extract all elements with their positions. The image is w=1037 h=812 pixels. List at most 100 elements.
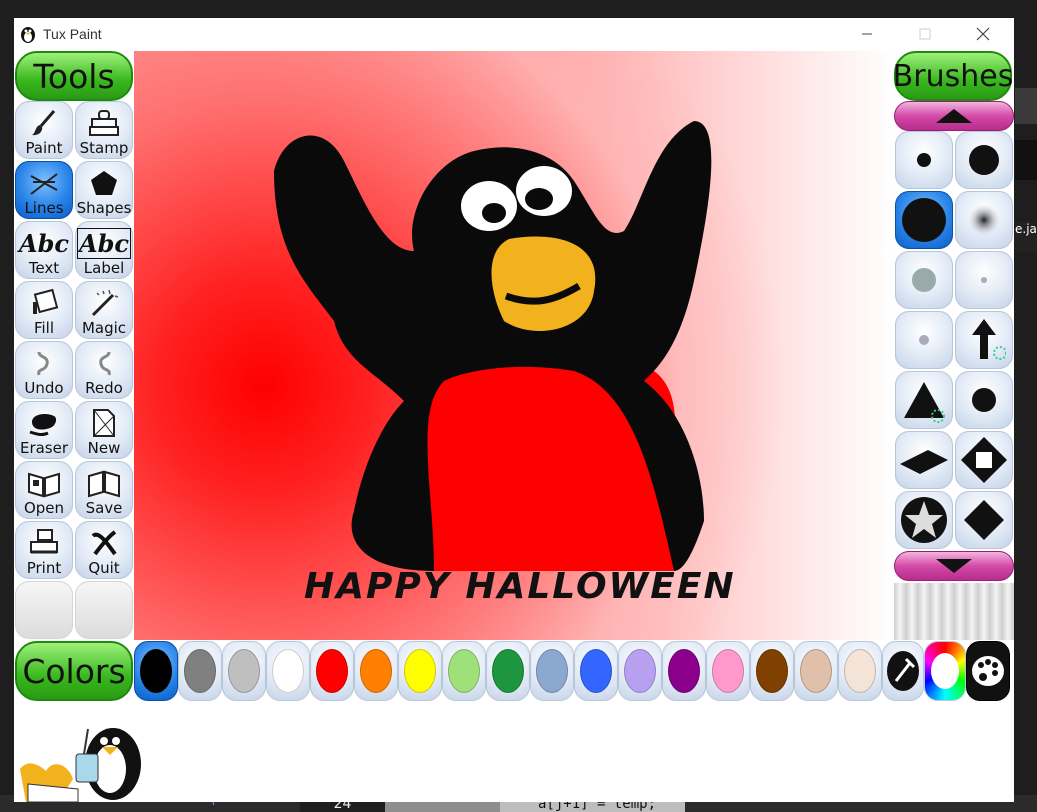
color-blue-button[interactable] bbox=[574, 641, 618, 701]
tool-open[interactable]: Open bbox=[15, 461, 73, 519]
minimize-button[interactable] bbox=[844, 18, 890, 50]
tool-label: Stamp bbox=[79, 139, 129, 157]
tool-label: Eraser bbox=[19, 439, 69, 457]
tool-label: Lines bbox=[24, 199, 64, 217]
diamond-flat-brush-icon bbox=[900, 450, 948, 474]
maximize-button[interactable] bbox=[902, 18, 948, 50]
small-dot-brush-icon bbox=[917, 153, 931, 167]
color-dark-gray-button[interactable] bbox=[178, 641, 222, 701]
stamp-icon bbox=[87, 107, 121, 139]
tool-fill[interactable]: Fill bbox=[15, 281, 73, 339]
brush-button[interactable] bbox=[955, 371, 1013, 429]
color-swatch bbox=[492, 649, 524, 693]
color-white-button[interactable] bbox=[266, 641, 310, 701]
color-swatch bbox=[184, 649, 216, 693]
color-swatch bbox=[844, 649, 876, 693]
color-lavender-button[interactable] bbox=[618, 641, 662, 701]
print-icon bbox=[27, 527, 61, 559]
tool-paint[interactable]: Paint bbox=[15, 101, 73, 159]
open-icon bbox=[27, 467, 61, 499]
color-pink-button[interactable] bbox=[706, 641, 750, 701]
brush-button[interactable] bbox=[955, 251, 1013, 309]
tool-new[interactable]: New bbox=[75, 401, 133, 459]
diamond-brush-icon bbox=[964, 500, 1004, 540]
tool-magic[interactable]: Magic bbox=[75, 281, 133, 339]
new-icon bbox=[87, 407, 121, 439]
tool-label: Undo bbox=[24, 379, 64, 397]
color-swatch bbox=[756, 649, 788, 693]
background-editor-tab: e.jav bbox=[1015, 222, 1037, 252]
color-black-button[interactable] bbox=[134, 641, 178, 701]
color-tan-button[interactable] bbox=[794, 641, 838, 701]
tool-label: Text bbox=[28, 259, 60, 277]
color-red-button[interactable] bbox=[310, 641, 354, 701]
brush-button[interactable] bbox=[955, 311, 1013, 369]
color-picker-eyedropper-button[interactable] bbox=[882, 641, 924, 701]
color-light-gray-button[interactable] bbox=[222, 641, 266, 701]
color-cream-button[interactable] bbox=[838, 641, 882, 701]
mixer-color-button[interactable] bbox=[966, 641, 1010, 701]
brush-button[interactable] bbox=[895, 431, 953, 489]
tool-quit[interactable]: Quit bbox=[75, 521, 133, 579]
brush-button[interactable] bbox=[955, 431, 1013, 489]
redo-icon bbox=[87, 347, 121, 379]
brush-button[interactable] bbox=[955, 491, 1013, 549]
tool-empty-slot bbox=[75, 581, 133, 639]
tool-shapes[interactable]: Shapes bbox=[75, 161, 133, 219]
tool-label-tool[interactable]: Abc Label bbox=[75, 221, 133, 279]
tool-save[interactable]: Save bbox=[75, 461, 133, 519]
brush-button[interactable] bbox=[895, 311, 953, 369]
brush-size-slider[interactable] bbox=[894, 583, 1014, 640]
brush-button[interactable] bbox=[895, 491, 953, 549]
tool-label: Open bbox=[23, 499, 65, 517]
tool-stamp[interactable]: Stamp bbox=[75, 101, 133, 159]
rainbow-palette-icon bbox=[931, 653, 959, 689]
rainbow-color-picker-button[interactable] bbox=[924, 641, 966, 701]
penguin-drawing bbox=[274, 121, 712, 571]
drawing-canvas[interactable]: HAPPY HALLOWEEN bbox=[134, 51, 894, 640]
tools-header: Tools bbox=[15, 51, 133, 101]
brush-button[interactable] bbox=[955, 131, 1013, 189]
color-swatch bbox=[404, 649, 436, 693]
color-orange-button[interactable] bbox=[354, 641, 398, 701]
brush-button[interactable] bbox=[895, 251, 953, 309]
background-tab-text: e.jav bbox=[1015, 222, 1037, 236]
tool-text[interactable]: Abc Text bbox=[15, 221, 73, 279]
brush-button[interactable] bbox=[955, 191, 1013, 249]
brush-button[interactable] bbox=[895, 371, 953, 429]
tool-lines[interactable]: Lines bbox=[15, 161, 73, 219]
diamond-outline-brush-icon bbox=[961, 437, 1007, 483]
title-bar: Tux Paint bbox=[14, 18, 1014, 50]
brush-button[interactable] bbox=[895, 191, 953, 249]
brush-button[interactable] bbox=[895, 131, 953, 189]
color-swatch bbox=[624, 649, 656, 693]
tool-label: Print bbox=[26, 559, 62, 577]
label-glyph: Abc bbox=[77, 227, 132, 259]
color-purple-button[interactable] bbox=[662, 641, 706, 701]
lines-icon bbox=[27, 167, 61, 199]
paintbrush-icon bbox=[27, 107, 61, 139]
color-light-green-button[interactable] bbox=[442, 641, 486, 701]
tux-mascot-icon bbox=[20, 728, 141, 802]
color-swatch bbox=[272, 649, 304, 693]
tool-redo[interactable]: Redo bbox=[75, 341, 133, 399]
tux-app-icon bbox=[21, 27, 35, 43]
eyedropper-icon bbox=[887, 651, 919, 691]
tool-label: Redo bbox=[85, 379, 123, 397]
color-steel-blue-button[interactable] bbox=[530, 641, 574, 701]
color-green-button[interactable] bbox=[486, 641, 530, 701]
quit-icon bbox=[87, 527, 121, 559]
brush-scroll-down-button[interactable] bbox=[894, 551, 1014, 581]
tool-eraser[interactable]: Eraser bbox=[15, 401, 73, 459]
maximize-icon bbox=[919, 28, 931, 40]
color-brown-button[interactable] bbox=[750, 641, 794, 701]
arrow-up-brush-icon bbox=[972, 319, 1006, 360]
tool-print[interactable]: Print bbox=[15, 521, 73, 579]
tool-empty-slot bbox=[15, 581, 73, 639]
brush-scroll-up-button[interactable] bbox=[894, 101, 1014, 131]
colors-header: Colors bbox=[15, 641, 133, 701]
color-yellow-button[interactable] bbox=[398, 641, 442, 701]
close-button[interactable] bbox=[960, 18, 1006, 50]
tool-undo[interactable]: Undo bbox=[15, 341, 73, 399]
save-icon bbox=[87, 467, 121, 499]
